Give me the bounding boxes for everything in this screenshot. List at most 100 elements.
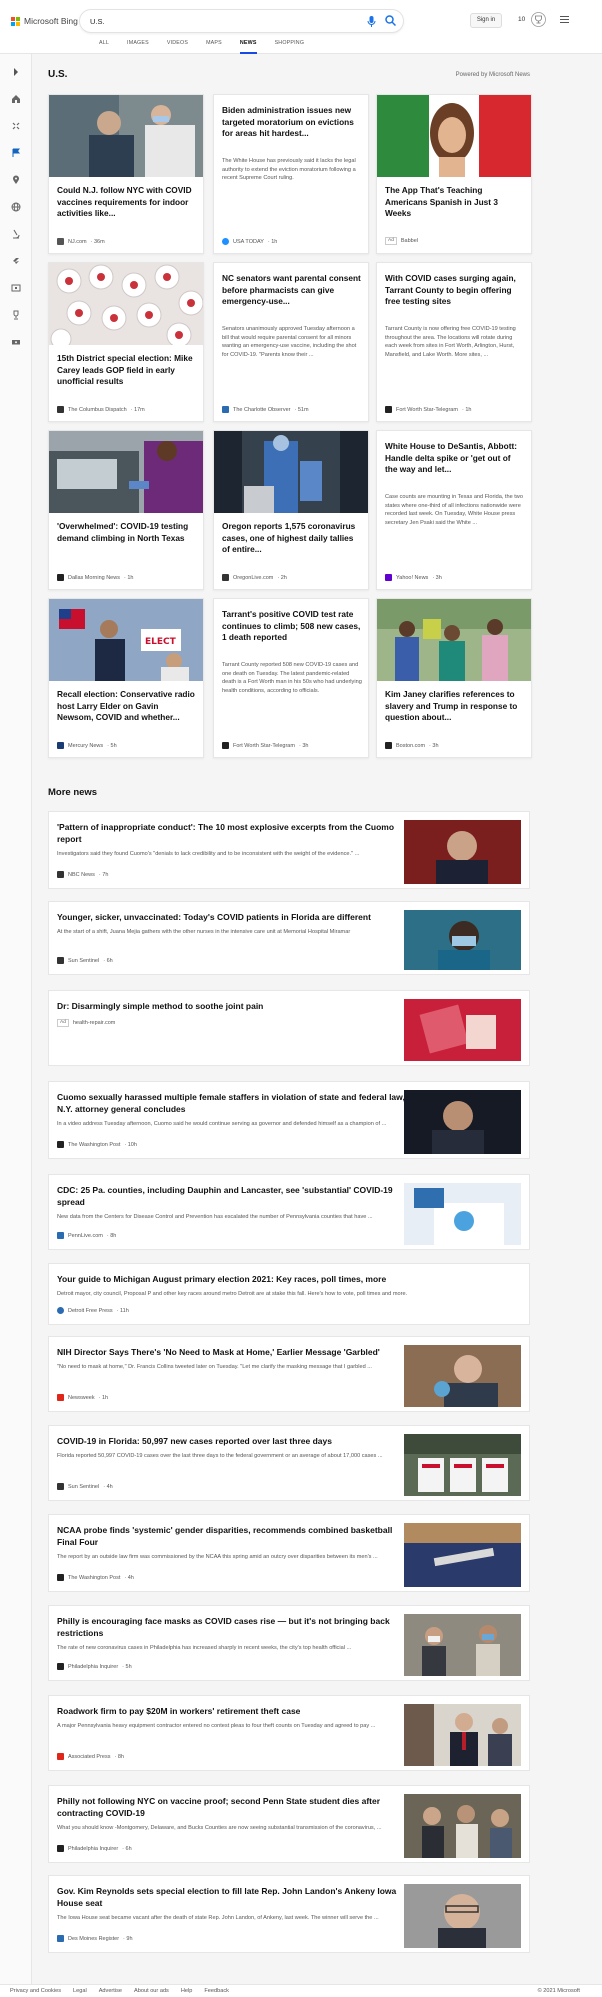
card-title[interactable]: Could N.J. follow NYC with COVID vaccine…	[57, 185, 197, 220]
ad-card[interactable]: The App That's Teaching Americans Spanis…	[376, 94, 532, 254]
card-title[interactable]: Oregon reports 1,575 coronavirus cases, …	[222, 521, 362, 556]
card-title[interactable]: With COVID cases surging again, Tarrant …	[385, 273, 525, 308]
trophy-icon[interactable]	[11, 310, 21, 320]
news-card[interactable]: 15th District special election: Mike Car…	[48, 262, 204, 422]
home-icon[interactable]	[11, 94, 21, 104]
flag-icon[interactable]	[11, 148, 21, 158]
news-row[interactable]: COVID-19 in Florida: 50,997 new cases re…	[48, 1425, 530, 1501]
sign-in-button[interactable]: Sign in	[470, 13, 502, 28]
tab-maps[interactable]: MAPS	[197, 40, 231, 54]
card-title[interactable]: Tarrant's positive COVID test rate conti…	[222, 609, 362, 644]
hamburger-menu-icon[interactable]	[560, 16, 569, 23]
footer-link-privacy[interactable]: Privacy and Cookies	[10, 1988, 61, 1994]
row-title[interactable]: NCAA probe finds 'systemic' gender dispa…	[57, 1525, 412, 1548]
card-title[interactable]: Kim Janey clarifies references to slaver…	[385, 689, 525, 724]
crowd-photo	[377, 599, 531, 681]
row-source: Newsweek · 1h	[57, 1394, 108, 1401]
news-row[interactable]: NCAA probe finds 'systemic' gender dispa…	[48, 1514, 530, 1592]
footer-link-advertise[interactable]: Advertise	[99, 1988, 122, 1994]
cuomo-photo	[404, 820, 521, 884]
row-title[interactable]: Philly is encouraging face masks as COVI…	[57, 1616, 412, 1639]
row-source: Associated Press · 8h	[57, 1753, 124, 1760]
footer-link-help[interactable]: Help	[181, 1988, 193, 1994]
news-row[interactable]: Your guide to Michigan August primary el…	[48, 1263, 530, 1325]
source-logo-icon	[57, 957, 64, 964]
tab-images[interactable]: IMAGES	[118, 40, 158, 54]
row-title[interactable]: 'Pattern of inappropriate conduct': The …	[57, 822, 412, 845]
card-source: Dallas Morning News · 1h	[57, 574, 133, 581]
bing-logo[interactable]: Microsoft Bing	[11, 15, 78, 27]
card-title[interactable]: Recall election: Conservative radio host…	[57, 689, 197, 724]
card-title[interactable]: 15th District special election: Mike Car…	[57, 353, 197, 388]
joint-pain-ad-photo	[404, 999, 521, 1061]
news-row[interactable]: Roadwork firm to pay $20M in workers' re…	[48, 1695, 530, 1771]
news-card[interactable]: With COVID cases surging again, Tarrant …	[376, 262, 532, 422]
row-title[interactable]: Roadwork firm to pay $20M in workers' re…	[57, 1706, 412, 1718]
row-title[interactable]: Dr: Disarmingly simple method to soothe …	[57, 1001, 412, 1013]
news-row[interactable]: CDC: 25 Pa. counties, including Dauphin …	[48, 1174, 530, 1250]
row-title[interactable]: Younger, sicker, unvaccinated: Today's C…	[57, 912, 412, 924]
news-row[interactable]: Cuomo sexually harassed multiple female …	[48, 1081, 530, 1159]
footer-link-legal[interactable]: Legal	[73, 1988, 87, 1994]
news-card[interactable]: Kim Janey clarifies references to slaver…	[376, 598, 532, 758]
row-title[interactable]: COVID-19 in Florida: 50,997 new cases re…	[57, 1436, 412, 1448]
news-card[interactable]: Biden administration issues new targeted…	[213, 94, 369, 254]
tab-news[interactable]: NEWS	[231, 40, 266, 54]
footer-link-about-ads[interactable]: About our ads	[134, 1988, 169, 1994]
row-snippet: What you should know -Montgomery, Delawa…	[57, 1825, 382, 1831]
sparkle-icon[interactable]	[11, 121, 21, 131]
row-title[interactable]: Your guide to Michigan August primary el…	[57, 1274, 412, 1286]
source-logo-icon	[57, 574, 64, 581]
news-card[interactable]: NC senators want parental consent before…	[213, 262, 369, 422]
microphone-icon[interactable]	[367, 16, 376, 27]
hospital-workers-photo	[214, 431, 368, 513]
card-title[interactable]: 'Overwhelmed': COVID-19 testing demand c…	[57, 521, 197, 544]
svg-text:ELECT: ELECT	[145, 637, 177, 647]
tab-all[interactable]: ALL	[90, 40, 118, 54]
money-icon[interactable]	[11, 337, 21, 347]
news-card[interactable]: Tarrant's positive COVID test rate conti…	[213, 598, 369, 758]
footer-link-feedback[interactable]: Feedback	[204, 1988, 229, 1994]
card-title[interactable]: The App That's Teaching Americans Spanis…	[385, 185, 525, 220]
rewards-trophy-icon[interactable]	[531, 12, 546, 27]
microsoft-logo-icon	[11, 16, 20, 26]
card-title[interactable]: NC senators want parental consent before…	[222, 273, 362, 308]
film-icon[interactable]	[11, 283, 21, 293]
row-title[interactable]: CDC: 25 Pa. counties, including Dauphin …	[57, 1185, 412, 1208]
row-source: Des Moines Register · 9h	[57, 1935, 133, 1942]
row-snippet: The report by an outside law firm was co…	[57, 1554, 378, 1560]
ad-row[interactable]: Dr: Disarmingly simple method to soothe …	[48, 990, 530, 1066]
news-row[interactable]: NIH Director Says There's 'No Need to Ma…	[48, 1336, 530, 1412]
rewards-points[interactable]: 10	[518, 16, 525, 23]
news-row[interactable]: Gov. Kim Reynolds sets special election …	[48, 1875, 530, 1953]
tab-shopping[interactable]: SHOPPING	[266, 40, 314, 54]
row-title[interactable]: Gov. Kim Reynolds sets special election …	[57, 1886, 412, 1909]
search-box[interactable]	[80, 10, 403, 32]
news-row[interactable]: Philly is encouraging face masks as COVI…	[48, 1605, 530, 1681]
news-card[interactable]: ELECT Recall election: Conservative radi…	[48, 598, 204, 758]
rocket-icon[interactable]	[11, 256, 21, 266]
row-title[interactable]: NIH Director Says There's 'No Need to Ma…	[57, 1347, 412, 1359]
row-title[interactable]: Cuomo sexually harassed multiple female …	[57, 1092, 412, 1115]
search-icon[interactable]	[385, 15, 396, 26]
news-card[interactable]: Could N.J. follow NYC with COVID vaccine…	[48, 94, 204, 254]
news-row[interactable]: Philly not following NYC on vaccine proo…	[48, 1785, 530, 1863]
search-input[interactable]	[90, 15, 360, 27]
card-title[interactable]: White House to DeSantis, Abbott: Handle …	[385, 441, 525, 476]
basketball-court-photo	[404, 1523, 521, 1587]
more-news-heading: More news	[48, 787, 98, 798]
row-source: The Washington Post · 4h	[57, 1574, 134, 1581]
expand-chevron-icon[interactable]	[11, 67, 21, 77]
tab-videos[interactable]: VIDEOS	[158, 40, 197, 54]
news-card[interactable]: White House to DeSantis, Abbott: Handle …	[376, 430, 532, 590]
news-row[interactable]: 'Pattern of inappropriate conduct': The …	[48, 811, 530, 889]
news-row[interactable]: Younger, sicker, unvaccinated: Today's C…	[48, 901, 530, 975]
card-title[interactable]: Biden administration issues new targeted…	[222, 105, 362, 140]
row-title[interactable]: Philly not following NYC on vaccine proo…	[57, 1796, 412, 1819]
microscope-icon[interactable]	[11, 229, 21, 239]
row-source: Ad health-repair.com	[57, 1019, 115, 1027]
news-card[interactable]: 'Overwhelmed': COVID-19 testing demand c…	[48, 430, 204, 590]
news-card[interactable]: Oregon reports 1,575 coronavirus cases, …	[213, 430, 369, 590]
globe-icon[interactable]	[11, 202, 21, 212]
location-pin-icon[interactable]	[11, 175, 21, 185]
